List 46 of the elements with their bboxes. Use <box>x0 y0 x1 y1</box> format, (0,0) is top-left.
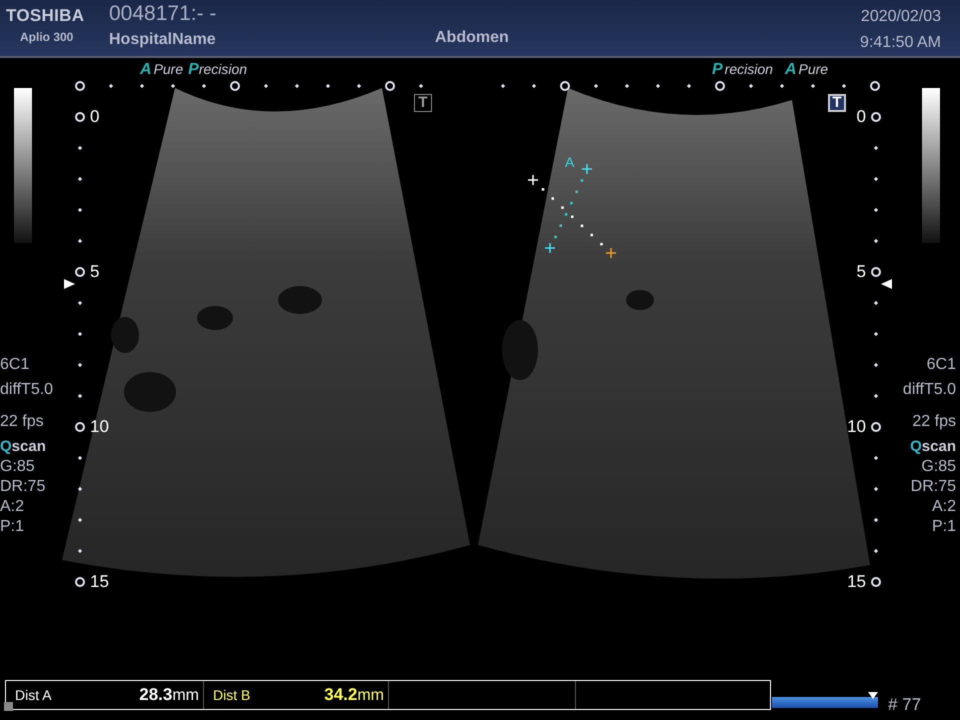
parameter-text: diffT5.0 <box>902 380 956 400</box>
parameter-text: diffT5.0 <box>0 380 54 400</box>
parameter-text: 22 fps <box>0 412 44 432</box>
caliper-cross-icon <box>527 174 539 186</box>
measurement-cell: Dist B 34.2mm <box>204 681 389 709</box>
caliper-cross-icon <box>605 247 617 259</box>
parameter-text: 6C1 <box>926 355 956 375</box>
brand-tagline: Precision A Pure <box>712 61 828 79</box>
parameter-text: 22 fps <box>912 412 956 432</box>
depth-label: 10 <box>847 417 866 437</box>
frame-number: # 77 <box>888 696 922 714</box>
hospital-name: HospitalName <box>109 30 217 50</box>
caliper-label: A <box>565 154 574 170</box>
depth-label: 5 <box>856 262 866 282</box>
parameter-text: P:1 <box>932 517 956 537</box>
parameter-text: 6C1 <box>0 355 30 375</box>
parameter-text: G:85 <box>0 457 35 477</box>
brand-logo: TOSHIBA <box>6 6 86 26</box>
time-text: 9:41:50 AM <box>860 33 941 53</box>
patient-id: 0048171:- - <box>109 1 218 27</box>
parameter-text: DR:75 <box>910 477 956 497</box>
exam-name: Abdomen <box>435 28 510 48</box>
transducer-marker: T <box>828 94 846 112</box>
status-square-icon <box>4 702 13 711</box>
transducer-marker: T <box>414 94 432 112</box>
caliper-cross-icon <box>544 242 556 254</box>
date-text: 2020/02/03 <box>860 7 941 27</box>
depth-label: 5 <box>90 262 100 282</box>
depth-label: 15 <box>90 572 109 592</box>
depth-label: 15 <box>847 572 866 592</box>
parameter-text: G:85 <box>921 457 956 477</box>
caliper-cross-icon <box>581 163 593 175</box>
parameter-text: A:2 <box>0 497 24 517</box>
parameter-text: P:1 <box>0 517 24 537</box>
focus-marker-icon <box>64 279 75 289</box>
depth-label: 10 <box>90 417 109 437</box>
cine-marker-icon <box>868 692 878 699</box>
depth-label: 0 <box>90 107 100 127</box>
scan-mode-label: Qscan <box>910 437 956 457</box>
brand-tagline: A Pure Precision <box>140 61 248 79</box>
parameter-text: DR:75 <box>0 477 46 497</box>
parameter-text: A:2 <box>932 497 956 517</box>
scan-mode-label: Qscan <box>0 437 46 457</box>
model-name: Aplio 300 <box>19 29 74 46</box>
focus-marker-icon <box>881 279 892 289</box>
depth-label: 0 <box>856 107 866 127</box>
